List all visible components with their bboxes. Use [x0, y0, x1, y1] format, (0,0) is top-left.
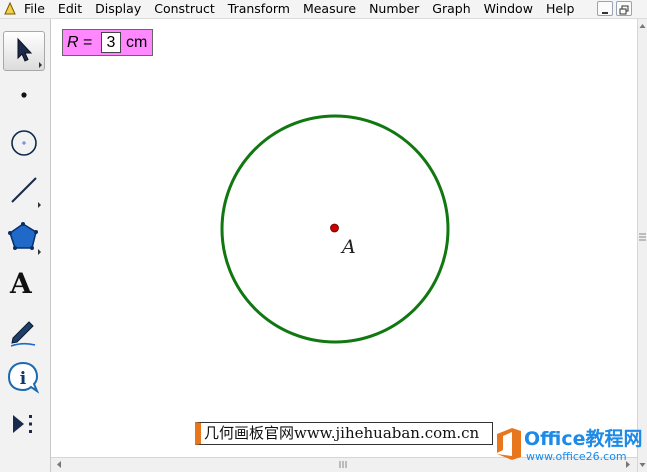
toolbox: A i	[0, 19, 51, 472]
pentagon-icon	[8, 222, 41, 255]
info-icon: i	[7, 361, 40, 394]
minimize-icon	[602, 12, 608, 14]
compass-circle-icon	[11, 130, 37, 156]
office-logo-icon	[497, 428, 521, 460]
vertical-scrollbar[interactable]	[637, 19, 647, 472]
parameter-equals: =	[83, 34, 93, 51]
sketch-canvas[interactable]: A	[51, 19, 637, 457]
menu-window[interactable]: Window	[484, 0, 533, 18]
restore-button[interactable]	[616, 1, 632, 16]
scroll-h-grip-icon[interactable]	[337, 458, 349, 471]
menu-number[interactable]: Number	[369, 0, 419, 18]
menu-construct[interactable]: Construct	[154, 0, 215, 18]
custom-tools[interactable]	[3, 405, 45, 445]
menu-bar: File Edit Display Construct Transform Me…	[0, 0, 647, 19]
brand-url: www.office26.com	[526, 450, 627, 463]
parameter-value-field[interactable]: 3	[101, 32, 121, 53]
site-watermark: 几何画板官网www.jihehuaban.com.cn	[195, 422, 493, 445]
arrow-cursor-icon	[17, 37, 42, 68]
parameter-name: R	[67, 34, 79, 51]
menu-edit[interactable]: Edit	[58, 0, 82, 18]
point-tool[interactable]	[3, 76, 45, 116]
custom-tools-play-icon	[13, 415, 32, 433]
compass-tool[interactable]	[3, 123, 45, 163]
text-tool[interactable]: A	[3, 264, 45, 304]
menu-transform[interactable]: Transform	[228, 0, 290, 18]
minimize-button[interactable]	[597, 1, 613, 16]
pencil-marker-icon	[10, 321, 36, 347]
scroll-left-arrow-icon[interactable]	[54, 458, 64, 471]
svg-text:i: i	[20, 369, 27, 389]
point-icon	[21, 92, 27, 98]
scroll-up-arrow-icon[interactable]	[638, 21, 647, 31]
menu-file[interactable]: File	[24, 0, 45, 18]
information-tool[interactable]: i	[3, 358, 45, 398]
restore-icon	[619, 5, 629, 15]
marker-tool[interactable]	[3, 311, 45, 351]
point-label-a[interactable]: A	[340, 236, 356, 258]
menu-measure[interactable]: Measure	[303, 0, 356, 18]
sketchpad-app-icon[interactable]	[2, 1, 18, 17]
menu-graph[interactable]: Graph	[432, 0, 470, 18]
center-point-a[interactable]	[330, 223, 339, 233]
scroll-grip-icon[interactable]	[638, 232, 647, 242]
arrow-select-tool[interactable]	[3, 31, 45, 71]
parameter-unit: cm	[126, 34, 148, 51]
parameter-label: R =	[67, 33, 92, 53]
office-brand-watermark: Office教程网 www.office26.com	[492, 420, 647, 472]
polygon-tool[interactable]	[3, 217, 45, 257]
menu: File Edit Display Construct Transform Me…	[24, 0, 587, 18]
text-tool-glyph: A	[10, 267, 32, 300]
straightedge-tool[interactable]	[3, 170, 45, 210]
segment-icon	[11, 177, 41, 208]
brand-name: Office教程网	[524, 428, 643, 450]
menu-display[interactable]: Display	[95, 0, 141, 18]
sketch-drawing: A	[220, 114, 450, 344]
parameter-r-box[interactable]: R = 3 cm	[62, 29, 153, 56]
menu-help[interactable]: Help	[546, 0, 575, 18]
